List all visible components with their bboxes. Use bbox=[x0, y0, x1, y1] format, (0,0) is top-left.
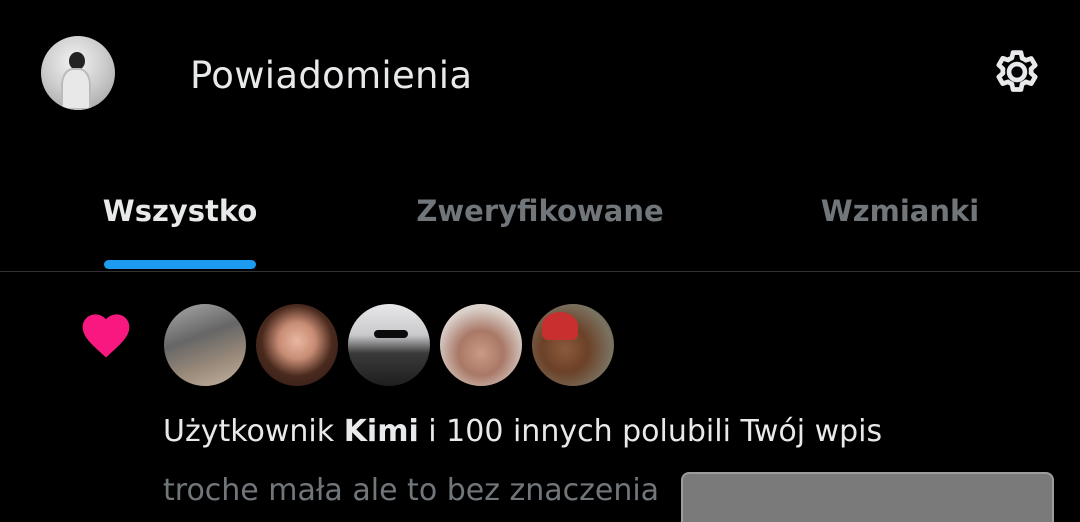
tab-label: Wzmianki bbox=[820, 194, 980, 228]
tab-label: Wszystko bbox=[102, 194, 258, 228]
header: Powiadomienia bbox=[0, 0, 1080, 150]
tab-wszystko[interactable]: Wszystko bbox=[0, 150, 360, 272]
notification-user[interactable]: Kimi bbox=[344, 414, 419, 449]
tab-bar: Wszystko Zweryfikowane Wzmianki bbox=[0, 150, 1080, 272]
liker-avatar[interactable] bbox=[530, 302, 616, 388]
active-tab-indicator bbox=[104, 260, 256, 269]
liker-avatar[interactable] bbox=[254, 302, 340, 388]
notification-text: Użytkownik Kimi i 100 innych polubili Tw… bbox=[163, 414, 882, 449]
notification-item[interactable]: Użytkownik Kimi i 100 innych polubili Tw… bbox=[0, 273, 1080, 522]
avatar-body-shape bbox=[61, 68, 91, 110]
post-media-preview[interactable] bbox=[681, 472, 1054, 522]
liker-avatar[interactable] bbox=[438, 302, 524, 388]
profile-avatar[interactable] bbox=[41, 36, 115, 110]
notification-suffix: i 100 innych polubili Twój wpis bbox=[418, 414, 883, 449]
tab-wzmianki[interactable]: Wzmianki bbox=[720, 150, 1080, 272]
heart-icon bbox=[82, 314, 130, 358]
page-title: Powiadomienia bbox=[190, 54, 473, 97]
liker-avatar[interactable] bbox=[346, 302, 432, 388]
tab-label: Zweryfikowane bbox=[416, 194, 664, 228]
post-snippet: troche mała ale to bez znaczenia bbox=[163, 473, 660, 508]
notification-prefix: Użytkownik bbox=[163, 414, 344, 449]
tab-zweryfikowane[interactable]: Zweryfikowane bbox=[360, 150, 720, 272]
settings-button[interactable] bbox=[988, 43, 1046, 101]
gear-icon bbox=[996, 50, 1038, 92]
liker-avatar[interactable] bbox=[162, 302, 248, 388]
